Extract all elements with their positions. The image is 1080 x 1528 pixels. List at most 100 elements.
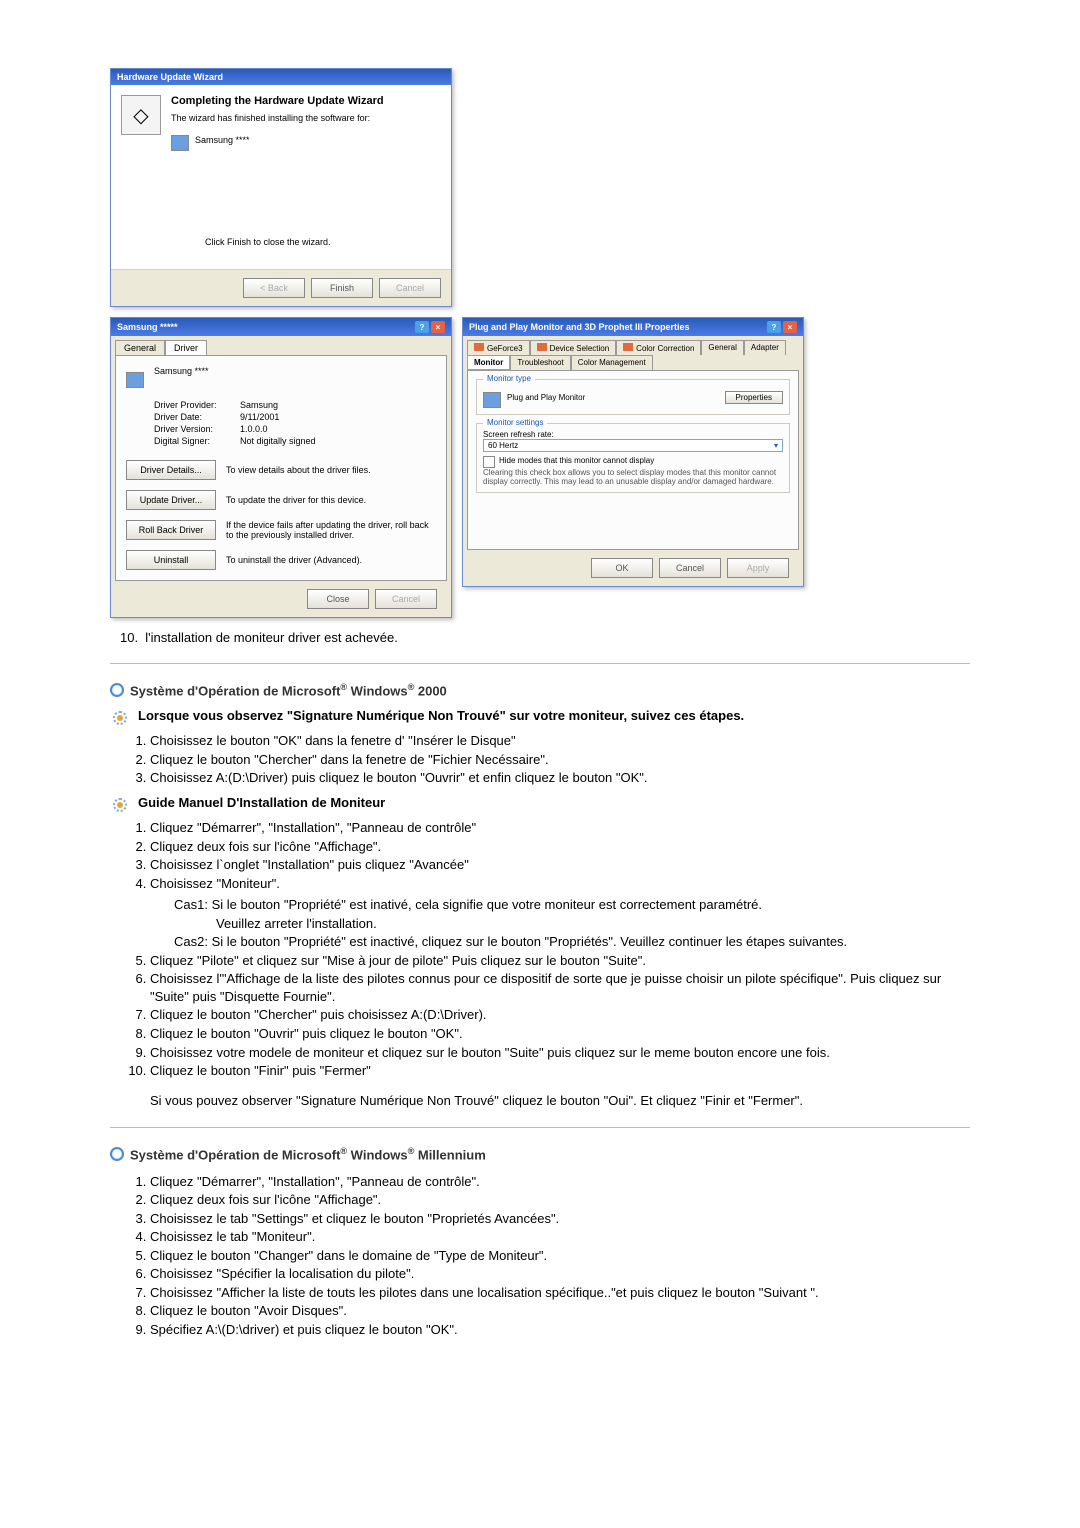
signer-value: Not digitally signed [240, 436, 436, 446]
uninstall-button[interactable]: Uninstall [126, 550, 216, 570]
list-sig-steps: Choisissez le bouton "OK" dans la fenetr… [150, 732, 970, 787]
update-desc: To update the driver for this device. [226, 495, 436, 505]
tab-troubleshoot[interactable]: Troubleshoot [510, 355, 570, 370]
tab-general[interactable]: General [701, 340, 743, 355]
case1: Cas1: Si le bouton "Propriété" est inati… [174, 896, 970, 914]
help-icon[interactable]: ? [767, 321, 781, 333]
gear-icon [110, 795, 130, 815]
tab-driver[interactable]: Driver [165, 340, 207, 355]
tab-general[interactable]: General [115, 340, 165, 355]
back-button[interactable]: < Back [243, 278, 305, 298]
cancel-button[interactable]: Cancel [659, 558, 721, 578]
section-title-win2000: Système d'Opération de Microsoft® Window… [110, 682, 970, 698]
ok-button[interactable]: OK [591, 558, 653, 578]
list-item: Choisissez votre modele de moniteur et c… [150, 1044, 970, 1062]
driver-device: Samsung **** [154, 366, 209, 388]
list-item: Choisissez le bouton "OK" dans la fenetr… [150, 732, 970, 750]
step-10: 10. l'installation de moniteur driver es… [120, 630, 970, 645]
cancel-button[interactable]: Cancel [379, 278, 441, 298]
list-item: Choisissez "Moniteur". Cas1: Si le bouto… [150, 875, 970, 951]
case1b: Veuillez arreter l'installation. [174, 915, 970, 933]
rollback-desc: If the device fails after updating the d… [226, 520, 436, 540]
details-desc: To view details about the driver files. [226, 465, 436, 475]
list-item: Cliquez le bouton "Chercher" dans la fen… [150, 751, 970, 769]
date-value: 9/11/2001 [240, 412, 436, 422]
list-item: Spécifiez A:\(D:\driver) et puis cliquez… [150, 1321, 970, 1339]
wizard-icon: ◇ [121, 95, 161, 135]
update-driver-button[interactable]: Update Driver... [126, 490, 216, 510]
monitor-icon [126, 372, 144, 388]
lead-signature-not-found: Lorsque vous observez "Signature Numériq… [110, 708, 970, 728]
tab-geforce[interactable]: GeForce3 [467, 340, 530, 355]
tab-device-selection[interactable]: Device Selection [530, 340, 617, 355]
provider-value: Samsung [240, 400, 436, 410]
list-item: Choisissez "Afficher la liste de touts l… [150, 1284, 970, 1302]
version-label: Driver Version: [154, 424, 234, 434]
close-button[interactable]: Close [307, 589, 369, 609]
lead-manual-guide: Guide Manuel D'Installation de Moniteur [110, 795, 970, 815]
list-item: Choisissez le tab "Moniteur". [150, 1228, 970, 1246]
list-item: Cliquez le bouton "Avoir Disques". [150, 1302, 970, 1320]
list-item: Cliquez le bouton "Chercher" puis choisi… [150, 1006, 970, 1024]
list-item: Cliquez "Démarrer", "Installation", "Pan… [150, 1173, 970, 1191]
wizard-heading: Completing the Hardware Update Wizard [171, 95, 384, 107]
list-item: Cliquez le bouton "Finir" puis "Fermer" … [150, 1062, 970, 1109]
tab-color-management[interactable]: Color Management [571, 355, 653, 370]
tab-monitor[interactable]: Monitor [467, 355, 510, 370]
hide-modes-note: Clearing this check box allows you to se… [483, 468, 783, 486]
list-millennium-steps: Cliquez "Démarrer", "Installation", "Pan… [150, 1173, 970, 1339]
monitor-icon [171, 135, 189, 151]
driver-details-button[interactable]: Driver Details... [126, 460, 216, 480]
driver-props-title: Samsung ***** [117, 322, 178, 332]
list-item: Choisissez l`onglet "Installation" puis … [150, 856, 970, 874]
list-item: Cliquez le bouton "Changer" dans le doma… [150, 1247, 970, 1265]
refresh-select[interactable]: 60 Hertz▾ [483, 439, 783, 452]
list-item: Choisissez "Spécifier la localisation du… [150, 1265, 970, 1283]
list-item: Cliquez deux fois sur l'icône "Affichage… [150, 1191, 970, 1209]
list-item: Choisissez le tab "Settings" et cliquez … [150, 1210, 970, 1228]
finish-button[interactable]: Finish [311, 278, 373, 298]
date-label: Driver Date: [154, 412, 234, 422]
apply-button[interactable]: Apply [727, 558, 789, 578]
list-item: Choisissez l'"Affichage de la liste des … [150, 970, 970, 1005]
section-title-millennium: Système d'Opération de Microsoft® Window… [110, 1146, 970, 1162]
version-value: 1.0.0.0 [240, 424, 436, 434]
cancel-button[interactable]: Cancel [375, 589, 437, 609]
rollback-driver-button[interactable]: Roll Back Driver [126, 520, 216, 540]
monitor-icon [483, 392, 501, 408]
monitor-settings-legend: Monitor settings [483, 418, 547, 427]
tab-color-correction[interactable]: Color Correction [616, 340, 701, 355]
list-item: Cliquez deux fois sur l'icône "Affichage… [150, 838, 970, 856]
case2: Cas2: Si le bouton "Propriété" est inact… [174, 933, 970, 951]
provider-label: Driver Provider: [154, 400, 234, 410]
wizard-title: Hardware Update Wizard [117, 72, 223, 82]
list-item: Cliquez le bouton "Ouvrir" puis cliquez … [150, 1025, 970, 1043]
monitor-name: Plug and Play Monitor [507, 393, 585, 402]
gear-icon [110, 708, 130, 728]
list-item: Cliquez "Pilote" et cliquez sur "Mise à … [150, 952, 970, 970]
close-icon[interactable]: × [431, 321, 445, 333]
separator [110, 663, 970, 664]
properties-button[interactable]: Properties [725, 391, 783, 404]
screenshot-driver-props: Samsung ***** ?× General Driver Samsung … [110, 317, 452, 618]
wizard-titlebar: Hardware Update Wizard [111, 69, 451, 85]
bullet-icon [110, 683, 124, 697]
screenshot-wizard-complete: Hardware Update Wizard ◇ Completing the … [110, 68, 970, 618]
monitor-props-title: Plug and Play Monitor and 3D Prophet III… [469, 322, 690, 332]
uninstall-desc: To uninstall the driver (Advanced). [226, 555, 436, 565]
bullet-icon [110, 1147, 124, 1161]
help-icon[interactable]: ? [415, 321, 429, 333]
hide-modes-checkbox[interactable] [483, 456, 495, 468]
tab-adapter[interactable]: Adapter [744, 340, 786, 355]
close-icon[interactable]: × [783, 321, 797, 333]
monitor-type-legend: Monitor type [483, 374, 535, 383]
wizard-click-finish: Click Finish to close the wizard. [121, 231, 441, 259]
separator [110, 1127, 970, 1128]
signer-label: Digital Signer: [154, 436, 234, 446]
list-item: Cliquez "Démarrer", "Installation", "Pan… [150, 819, 970, 837]
wizard-intro: The wizard has finished installing the s… [171, 113, 384, 123]
wizard-device: Samsung **** [195, 135, 250, 145]
list-guide-steps: Cliquez "Démarrer", "Installation", "Pan… [150, 819, 970, 1109]
g10-extra: Si vous pouvez observer "Signature Numér… [150, 1092, 970, 1110]
hide-modes-label: Hide modes that this monitor cannot disp… [499, 456, 654, 468]
